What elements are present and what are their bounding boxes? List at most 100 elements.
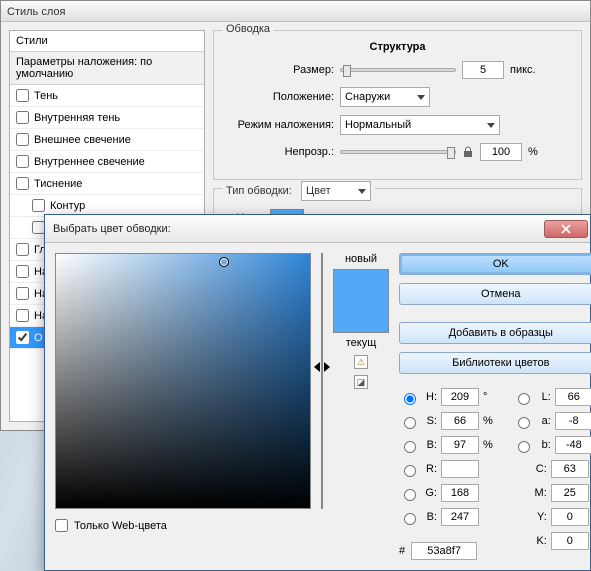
style-item-checkbox[interactable] xyxy=(16,89,29,102)
bch-radio[interactable] xyxy=(404,513,416,525)
hex-label: # xyxy=(399,545,405,557)
bch-label: B: xyxy=(423,511,437,523)
c-input[interactable]: 63 xyxy=(551,460,589,478)
gamut-warning-icon[interactable]: ⚠ xyxy=(354,355,368,369)
bv-input[interactable]: 97 xyxy=(441,436,479,454)
style-item-checkbox[interactable] xyxy=(16,331,29,344)
cancel-button[interactable]: Отмена xyxy=(399,283,591,305)
hue-slider[interactable] xyxy=(321,253,323,509)
layer-style-title: Стиль слоя xyxy=(7,6,65,18)
lab-b-label: b: xyxy=(537,439,551,451)
fill-type-label: Тип обводки: xyxy=(226,185,292,197)
position-label: Положение: xyxy=(224,91,334,103)
h-unit: ° xyxy=(483,391,487,403)
style-item[interactable]: Внутренняя тень xyxy=(10,107,204,129)
sv-picker[interactable] xyxy=(55,253,311,509)
style-item-label: Внутреннее свечение xyxy=(34,156,145,168)
structure-label: Структура xyxy=(224,41,571,53)
websafe-warning-icon[interactable]: ◪ xyxy=(354,375,368,389)
lab-b-radio[interactable] xyxy=(518,441,530,453)
style-item[interactable]: Внутреннее свечение xyxy=(10,151,204,173)
new-color-label: новый xyxy=(345,253,377,265)
h-radio[interactable] xyxy=(404,393,416,405)
size-unit: пикс. xyxy=(510,64,536,76)
style-item-checkbox[interactable] xyxy=(16,133,29,146)
style-item-checkbox[interactable] xyxy=(16,287,29,300)
color-preview xyxy=(333,269,389,333)
style-item-label: Контур xyxy=(50,200,85,212)
hue-arrow-left-icon xyxy=(314,362,320,372)
web-colors-input[interactable] xyxy=(55,519,68,532)
preview-current[interactable] xyxy=(334,301,388,332)
blend-mode-label: Режим наложения: xyxy=(224,119,334,131)
r-radio[interactable] xyxy=(404,465,416,477)
size-slider[interactable] xyxy=(340,68,456,72)
m-label: M: xyxy=(533,487,547,499)
g-input[interactable]: 168 xyxy=(441,484,479,502)
hue-arrow-right-icon xyxy=(324,362,330,372)
h-input[interactable]: 209 xyxy=(441,388,479,406)
size-label: Размер: xyxy=(224,64,334,76)
chevron-down-icon xyxy=(358,189,366,194)
lab-b-input[interactable]: -48 xyxy=(555,436,591,454)
style-item-checkbox[interactable] xyxy=(16,111,29,124)
style-item-label: Тень xyxy=(34,90,58,102)
close-button[interactable] xyxy=(544,220,588,238)
style-item-checkbox[interactable] xyxy=(16,243,29,256)
b-label: B: xyxy=(423,439,437,451)
l-radio[interactable] xyxy=(518,393,530,405)
g-label: G: xyxy=(423,487,437,499)
layer-style-titlebar: Стиль слоя xyxy=(1,0,590,22)
a-input[interactable]: -8 xyxy=(555,412,591,430)
color-picker-window: Выбрать цвет обводки: Только Web-цвета н… xyxy=(44,214,591,571)
bch-input[interactable]: 247 xyxy=(441,508,479,526)
web-colors-checkbox[interactable]: Только Web-цвета xyxy=(55,519,311,532)
sv-cursor[interactable] xyxy=(219,257,229,267)
lock-icon xyxy=(462,146,474,158)
s-radio[interactable] xyxy=(404,417,416,429)
opacity-label: Непрозр.: xyxy=(224,146,334,158)
y-label: Y: xyxy=(533,511,547,523)
g-radio[interactable] xyxy=(404,489,416,501)
web-colors-label: Только Web-цвета xyxy=(74,520,167,532)
s-label: S: xyxy=(423,415,437,427)
color-picker-title: Выбрать цвет обводки: xyxy=(53,223,544,235)
style-item[interactable]: Тень xyxy=(10,85,204,107)
style-item[interactable]: Внешнее свечение xyxy=(10,129,204,151)
l-input[interactable]: 66 xyxy=(555,388,591,406)
y-input[interactable]: 0 xyxy=(551,508,589,526)
blend-mode-value: Нормальный xyxy=(345,119,411,131)
color-picker-titlebar[interactable]: Выбрать цвет обводки: xyxy=(45,215,590,243)
c-label: C: xyxy=(533,463,547,475)
opacity-slider[interactable] xyxy=(340,150,456,154)
s-input[interactable]: 66 xyxy=(441,412,479,430)
style-item-checkbox[interactable] xyxy=(16,155,29,168)
style-item[interactable]: Тиснение xyxy=(10,173,204,195)
chevron-down-icon xyxy=(487,123,495,128)
r-input[interactable] xyxy=(441,460,479,478)
styles-panel-title: Стили xyxy=(10,31,204,52)
blending-options-row[interactable]: Параметры наложения: по умолчанию xyxy=(10,52,204,85)
fill-type-select[interactable]: Цвет xyxy=(301,181,371,201)
add-swatch-button[interactable]: Добавить в образцы xyxy=(399,322,591,344)
m-input[interactable]: 25 xyxy=(551,484,589,502)
color-libraries-button[interactable]: Библиотеки цветов xyxy=(399,352,591,374)
b-radio[interactable] xyxy=(404,441,416,453)
size-input[interactable]: 5 xyxy=(462,61,504,79)
blend-mode-select[interactable]: Нормальный xyxy=(340,115,500,135)
ok-button[interactable]: OK xyxy=(399,253,591,275)
style-item-checkbox[interactable] xyxy=(32,199,45,212)
position-select[interactable]: Снаружи xyxy=(340,87,430,107)
r-label: R: xyxy=(423,463,437,475)
k-input[interactable]: 0 xyxy=(551,532,589,550)
a-radio[interactable] xyxy=(518,417,530,429)
style-item-checkbox[interactable] xyxy=(16,309,29,322)
style-item-checkbox[interactable] xyxy=(16,177,29,190)
b-unit: % xyxy=(483,439,493,451)
opacity-input[interactable]: 100 xyxy=(480,143,522,161)
close-icon xyxy=(561,224,571,234)
preview-new xyxy=(334,270,388,301)
hex-input[interactable]: 53a8f7 xyxy=(411,542,477,560)
style-item-checkbox[interactable] xyxy=(16,265,29,278)
h-label: H: xyxy=(423,391,437,403)
